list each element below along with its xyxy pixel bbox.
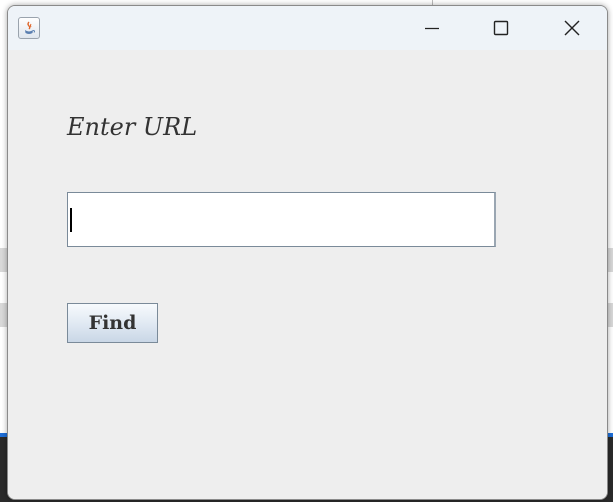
find-button[interactable]: Find xyxy=(67,303,158,343)
title-bar[interactable] xyxy=(8,6,607,50)
maximize-button[interactable] xyxy=(467,6,535,50)
maximize-icon xyxy=(493,20,509,36)
content-panel: Enter URL Find xyxy=(8,50,607,499)
url-input[interactable] xyxy=(67,192,496,247)
close-icon xyxy=(564,20,580,36)
minimize-icon xyxy=(425,27,439,30)
java-app-icon[interactable] xyxy=(18,17,40,39)
enter-url-label: Enter URL xyxy=(67,113,198,141)
app-window: Enter URL Find xyxy=(7,5,608,500)
minimize-button[interactable] xyxy=(398,6,466,50)
close-button[interactable] xyxy=(538,6,606,50)
text-caret xyxy=(70,208,72,232)
